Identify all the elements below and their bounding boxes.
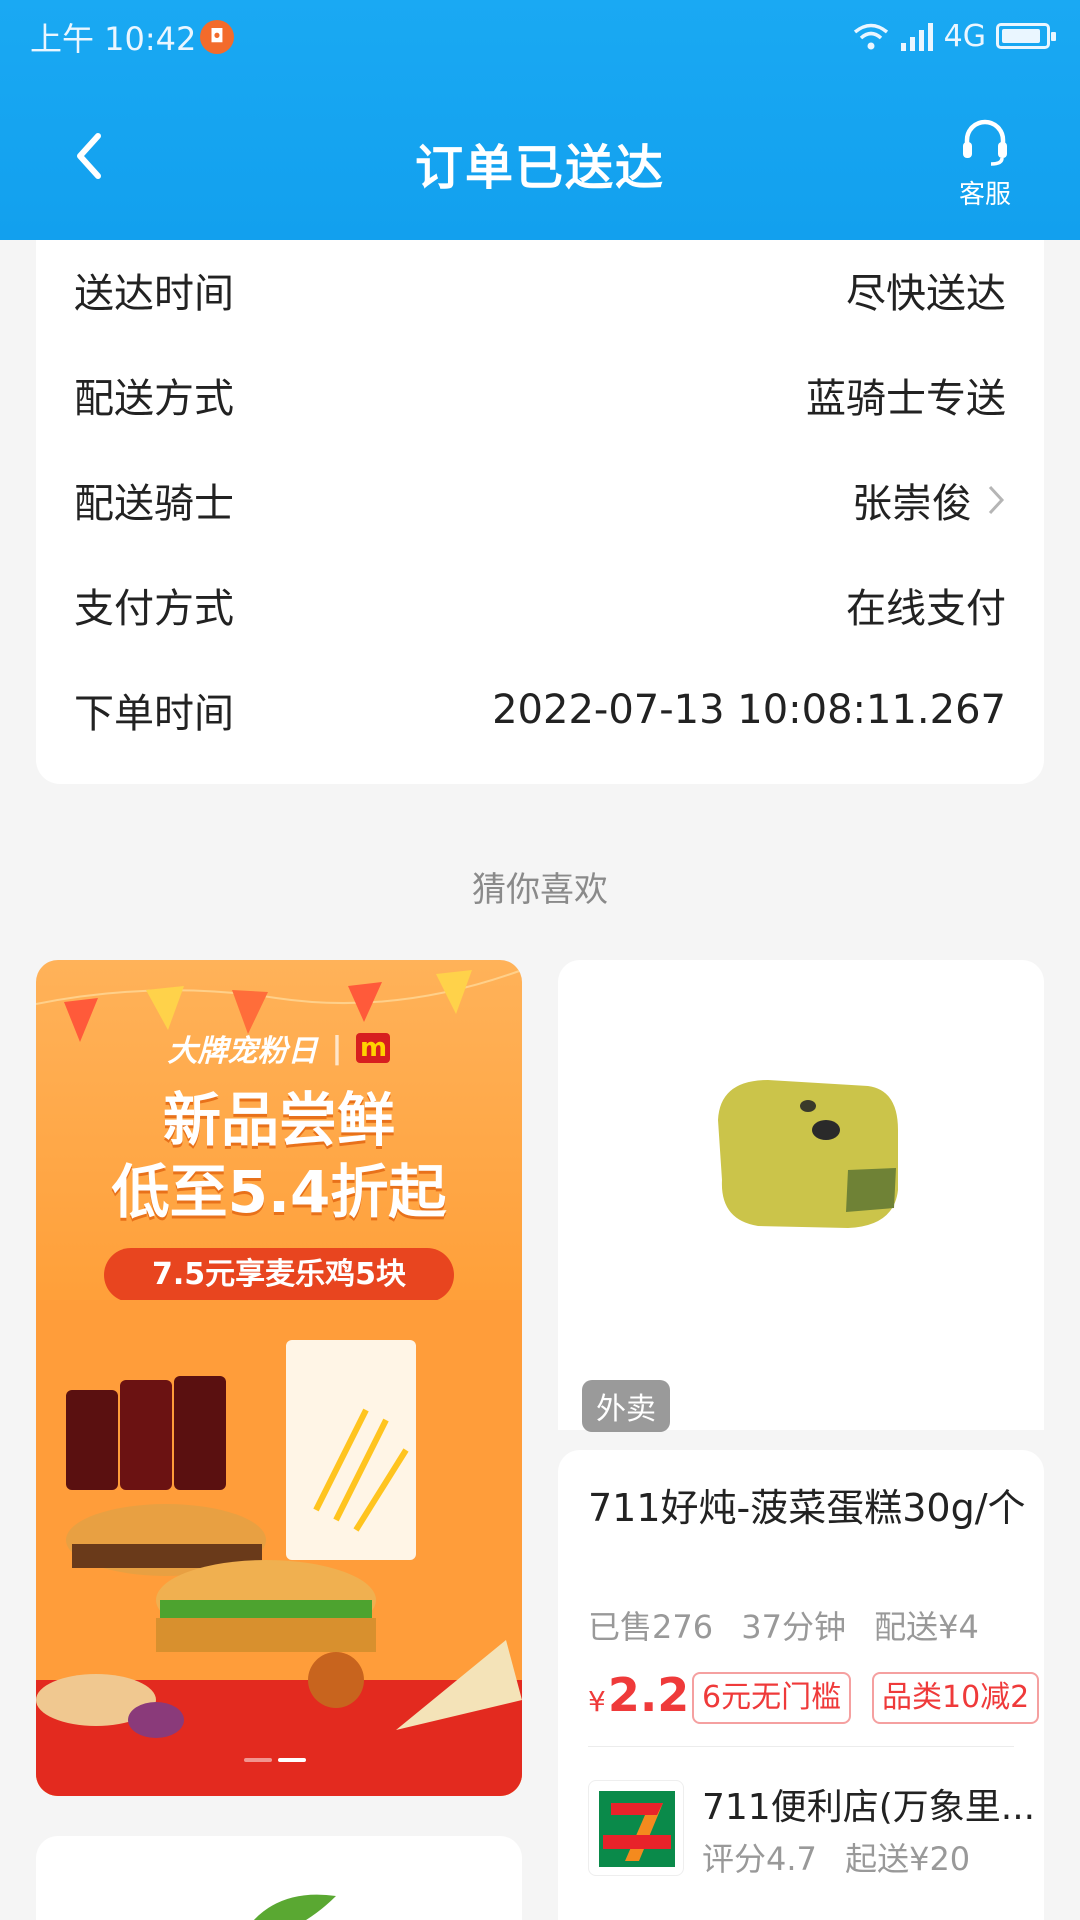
battery-level bbox=[1002, 29, 1040, 43]
status-time: 上午 10:42 bbox=[30, 20, 197, 58]
product-price: ¥2.2 bbox=[588, 1668, 689, 1722]
rider-value[interactable]: 张崇俊 bbox=[852, 471, 1006, 529]
info-row-order-time: 下单时间 2022-07-13 10:08:11.267 bbox=[74, 680, 1006, 740]
promo-banner[interactable]: 大牌宠粉日 | m 新品尝鲜 低至5.4折起 7.5元享麦乐鸡5块 bbox=[36, 960, 522, 1796]
coupon-badge: 品类10减2 bbox=[872, 1672, 1040, 1724]
info-value: 在线支付 bbox=[846, 586, 1006, 632]
status-bar: 上午 10:42 ◘ 4G bbox=[0, 0, 1080, 76]
info-label: 配送方式 bbox=[74, 376, 234, 422]
headset-icon bbox=[963, 119, 1007, 166]
wifi-icon bbox=[853, 23, 888, 50]
customer-service-button[interactable]: 客服 bbox=[950, 116, 1020, 211]
store-name: 711便利店(万象里... bbox=[702, 1787, 1036, 1828]
info-value: 蓝骑士专送 bbox=[806, 376, 1006, 422]
divider bbox=[588, 1746, 1014, 1747]
headline-line-2: 低至5.4折起 bbox=[111, 1158, 447, 1226]
carousel-dot bbox=[278, 1758, 306, 1762]
notification-icon: ◘ bbox=[200, 20, 234, 54]
network-type: 4G bbox=[943, 18, 986, 54]
carousel-indicator bbox=[244, 1758, 306, 1762]
store-logo bbox=[588, 1780, 684, 1876]
order-detail-page: 上午 10:42 ◘ 4G 订单已送达 客服 送达时间 尽快送达 配送方式 蓝骑… bbox=[0, 0, 1080, 1920]
info-row-delivery-time: 送达时间 尽快送达 bbox=[74, 260, 1006, 320]
info-row-payment-method: 支付方式 在线支付 bbox=[74, 575, 1006, 635]
info-row-rider[interactable]: 配送骑士 张崇俊 bbox=[74, 470, 1006, 530]
product-time: 37分钟 bbox=[741, 1608, 846, 1646]
store-meta: 评分4.7 起送¥20 bbox=[702, 1834, 988, 1880]
battery-icon bbox=[996, 23, 1056, 49]
product-delivery-fee: 配送¥4 bbox=[874, 1608, 979, 1646]
rider-name: 张崇俊 bbox=[852, 481, 972, 527]
signal-icon bbox=[900, 23, 933, 51]
banner-promo-pill: 7.5元享麦乐鸡5块 bbox=[104, 1248, 454, 1302]
info-value: 尽快送达 bbox=[846, 271, 1006, 317]
product-card[interactable]: 711好炖-菠菜蛋糕30g/个 已售276 37分钟 配送¥4 ¥2.2 6元无… bbox=[558, 1450, 1044, 1920]
brand-name: 大牌宠粉日 bbox=[167, 1034, 318, 1069]
headline-line-1: 新品尝鲜 bbox=[162, 1086, 395, 1154]
service-label: 客服 bbox=[958, 180, 1011, 210]
recommend-title: 猜你喜欢 bbox=[472, 870, 608, 910]
info-label: 支付方式 bbox=[74, 586, 234, 632]
vegetable-image bbox=[253, 1894, 336, 1920]
carousel-dot bbox=[244, 1758, 272, 1762]
store-min-order: 起送¥20 bbox=[845, 1840, 971, 1878]
product-sold: 已售276 bbox=[588, 1608, 714, 1646]
product-meta: 已售276 37分钟 配送¥4 bbox=[588, 1602, 997, 1648]
product-image-card[interactable]: 外卖 bbox=[558, 960, 1044, 1432]
chevron-right-icon bbox=[988, 485, 1005, 515]
product-tag: 外卖 bbox=[582, 1380, 670, 1432]
spinach-cake-image bbox=[718, 1080, 898, 1228]
next-recommend-card[interactable] bbox=[36, 1836, 522, 1920]
store-rating: 评分4.7 bbox=[702, 1840, 817, 1878]
coupon-badge: 6元无门槛 bbox=[692, 1672, 852, 1724]
info-label: 配送骑士 bbox=[74, 481, 234, 527]
info-value: 2022-07-13 10:08:11.267 bbox=[492, 687, 1006, 733]
brand-line: 大牌宠粉日 | m bbox=[36, 1026, 522, 1070]
app-header: 上午 10:42 ◘ 4G 订单已送达 客服 bbox=[0, 0, 1080, 240]
order-info-card: 送达时间 尽快送达 配送方式 蓝骑士专送 配送骑士 张崇俊 支付方式 在线支付 … bbox=[36, 240, 1044, 784]
mcdonalds-logo: m bbox=[356, 1033, 391, 1063]
fast-food-illustration bbox=[36, 1300, 522, 1796]
info-row-delivery-method: 配送方式 蓝骑士专送 bbox=[74, 365, 1006, 425]
page-title: 订单已送达 bbox=[414, 140, 665, 196]
price-value: 2.2 bbox=[607, 1668, 690, 1722]
product-name: 711好炖-菠菜蛋糕30g/个 bbox=[588, 1486, 1026, 1530]
banner-headline: 新品尝鲜 低至5.4折起 bbox=[36, 1084, 522, 1228]
status-indicators: 4G bbox=[852, 14, 1056, 58]
info-label: 送达时间 bbox=[74, 271, 234, 317]
info-label: 下单时间 bbox=[74, 691, 234, 737]
price-currency: ¥ bbox=[588, 1685, 606, 1718]
